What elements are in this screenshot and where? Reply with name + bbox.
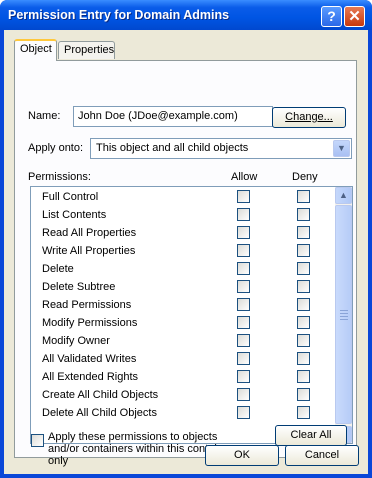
- deny-checkbox[interactable]: [297, 406, 310, 419]
- deny-checkbox[interactable]: [297, 370, 310, 383]
- grip-line: [340, 319, 348, 320]
- deny-checkbox[interactable]: [297, 262, 310, 275]
- title-bar[interactable]: Permission Entry for Domain Admins ? ✕: [0, 0, 372, 30]
- allow-checkbox[interactable]: [237, 244, 250, 257]
- apply-onto-select[interactable]: This object and all child objects ▼: [90, 138, 352, 159]
- permission-name: List Contents: [42, 209, 107, 221]
- permission-name: Modify Owner: [42, 335, 110, 347]
- deny-checkbox[interactable]: [297, 298, 310, 311]
- allow-checkbox[interactable]: [237, 280, 250, 293]
- name-field[interactable]: John Doe (JDoe@example.com): [73, 106, 273, 127]
- permission-name: All Validated Writes: [42, 353, 137, 365]
- scroll-up-icon[interactable]: ▲: [335, 187, 352, 204]
- permission-name: Create All Child Objects: [42, 389, 159, 401]
- permission-row[interactable]: Delete: [31, 260, 331, 278]
- grip-line: [340, 310, 348, 311]
- dialog-body: Object Properties Name: John Doe (JDoe@e…: [4, 30, 368, 474]
- allow-header: Allow: [231, 171, 258, 183]
- close-button[interactable]: ✕: [344, 6, 365, 27]
- permission-row[interactable]: Write All Properties: [31, 242, 331, 260]
- apply-within-checkbox[interactable]: [31, 434, 44, 447]
- allow-checkbox[interactable]: [237, 208, 250, 221]
- window-title: Permission Entry for Domain Admins: [8, 8, 230, 22]
- allow-checkbox[interactable]: [237, 388, 250, 401]
- permission-name: Modify Permissions: [42, 317, 138, 329]
- permission-row[interactable]: Modify Owner: [31, 332, 331, 350]
- allow-checkbox[interactable]: [237, 370, 250, 383]
- permissions-scrollbar[interactable]: ▲ ▼: [335, 187, 352, 443]
- permission-row[interactable]: Create All Child Objects: [31, 386, 331, 404]
- permission-row[interactable]: Read All Properties: [31, 224, 331, 242]
- permissions-list[interactable]: Full Control List Contents Read All Proper…: [30, 186, 353, 444]
- change-button-label: Change...: [285, 111, 333, 123]
- allow-checkbox[interactable]: [237, 334, 250, 347]
- allow-checkbox[interactable]: [237, 352, 250, 365]
- deny-checkbox[interactable]: [297, 352, 310, 365]
- permission-row[interactable]: Modify Permissions: [31, 314, 331, 332]
- permission-name: Delete: [42, 263, 74, 275]
- deny-checkbox[interactable]: [297, 244, 310, 257]
- permission-row[interactable]: All Validated Writes: [31, 350, 331, 368]
- permission-name: Full Control: [42, 191, 99, 203]
- allow-checkbox[interactable]: [237, 190, 250, 203]
- name-label: Name:: [28, 110, 61, 122]
- allow-checkbox[interactable]: [237, 226, 250, 239]
- deny-checkbox[interactable]: [297, 388, 310, 401]
- deny-checkbox[interactable]: [297, 280, 310, 293]
- permission-row[interactable]: Delete Subtree: [31, 278, 331, 296]
- tab-properties[interactable]: Properties: [58, 41, 115, 59]
- permission-name: Write All Properties: [42, 245, 136, 257]
- dialog-window: Permission Entry for Domain Admins ? ✕ O…: [0, 0, 372, 478]
- deny-checkbox[interactable]: [297, 226, 310, 239]
- permission-row[interactable]: Read Permissions: [31, 296, 331, 314]
- grip-line: [340, 313, 348, 314]
- permission-name: Read Permissions: [42, 299, 132, 311]
- deny-checkbox[interactable]: [297, 190, 310, 203]
- permission-row[interactable]: List Contents: [31, 206, 331, 224]
- permission-row[interactable]: Full Control: [31, 188, 331, 206]
- deny-header: Deny: [292, 171, 318, 183]
- apply-onto-value: This object and all child objects: [96, 142, 249, 154]
- permission-row[interactable]: All Extended Rights: [31, 368, 331, 386]
- allow-checkbox[interactable]: [237, 406, 250, 419]
- grip-line: [340, 316, 348, 317]
- permission-name: Read All Properties: [42, 227, 137, 239]
- object-tab-panel: Name: John Doe (JDoe@example.com) Change…: [14, 60, 357, 467]
- tab-object[interactable]: Object: [14, 39, 57, 61]
- deny-checkbox[interactable]: [297, 334, 310, 347]
- apply-onto-label: Apply onto:: [28, 142, 84, 154]
- permission-name: All Extended Rights: [42, 371, 138, 383]
- permissions-label: Permissions:: [28, 171, 91, 183]
- deny-checkbox[interactable]: [297, 316, 310, 329]
- allow-checkbox[interactable]: [237, 298, 250, 311]
- chevron-down-icon[interactable]: ▼: [333, 140, 350, 157]
- deny-checkbox[interactable]: [297, 208, 310, 221]
- help-button[interactable]: ?: [321, 6, 342, 27]
- clear-all-button[interactable]: Clear All: [275, 425, 347, 446]
- ok-button[interactable]: OK: [205, 445, 279, 466]
- permission-name: Delete All Child Objects: [42, 407, 157, 419]
- allow-checkbox[interactable]: [237, 262, 250, 275]
- cancel-button[interactable]: Cancel: [285, 445, 359, 466]
- change-button[interactable]: Change...: [272, 107, 346, 128]
- permission-name: Delete Subtree: [42, 281, 116, 293]
- scroll-thumb[interactable]: [335, 205, 352, 424]
- allow-checkbox[interactable]: [237, 316, 250, 329]
- permission-row[interactable]: Delete All Child Objects: [31, 404, 331, 422]
